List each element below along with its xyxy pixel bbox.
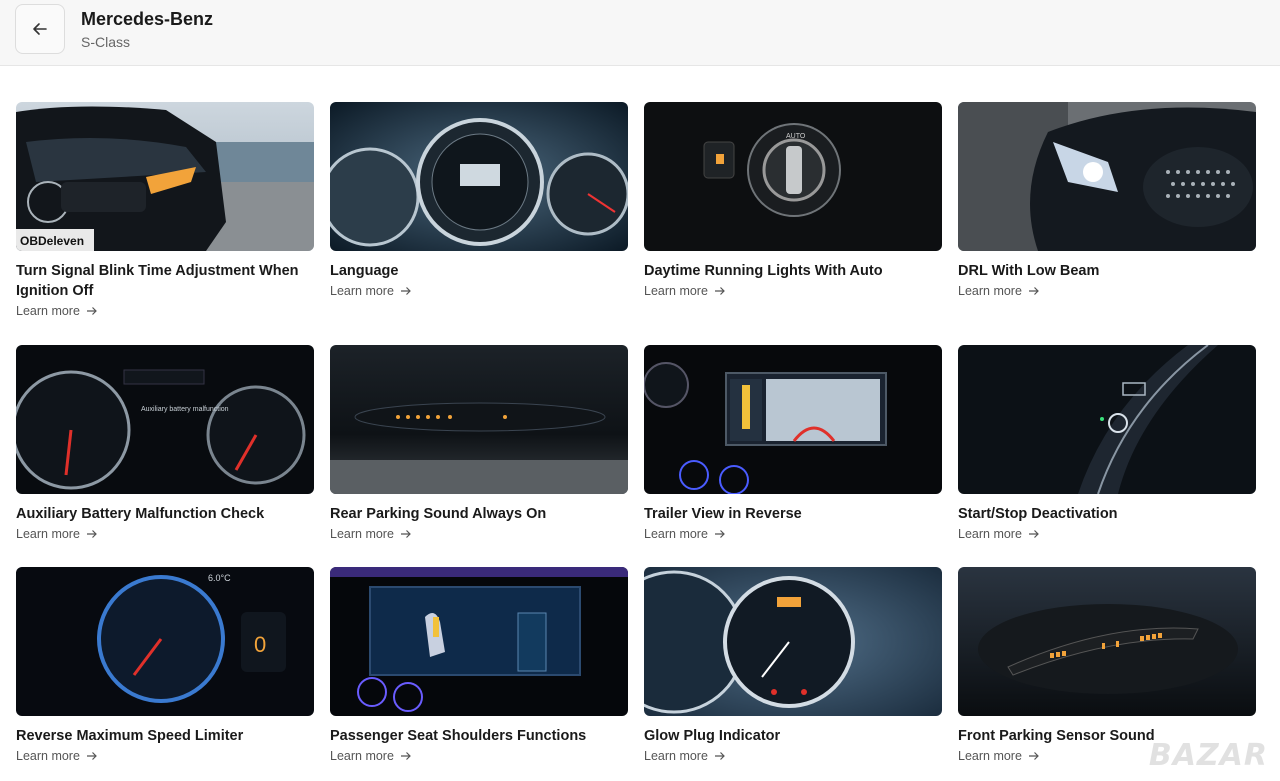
learn-more-label: Learn more xyxy=(644,527,708,541)
feature-image xyxy=(958,345,1256,494)
auto-label: AUTO xyxy=(786,133,806,140)
feature-card[interactable]: Rear Parking Sound Always On Learn more xyxy=(330,345,628,543)
feature-image: Auxiliary battery malfunction xyxy=(16,345,314,494)
arrow-right-icon xyxy=(1028,530,1039,538)
outside-temp-text: 6.0°C xyxy=(208,573,231,583)
page-title: Mercedes-Benz xyxy=(81,9,214,29)
arrow-right-icon xyxy=(86,530,97,538)
feature-card[interactable]: Glow Plug Indicator Learn more xyxy=(644,567,942,765)
feature-image: AUTO xyxy=(644,102,942,251)
feature-card[interactable]: OBDeleven Turn Signal Blink Time Adjustm… xyxy=(16,102,314,320)
learn-more-label: Learn more xyxy=(16,527,80,541)
arrow-right-icon xyxy=(714,530,725,538)
feature-image xyxy=(644,345,942,494)
card-title: Auxiliary Battery Malfunction Check xyxy=(16,506,265,522)
feature-card[interactable]: 0 6.0°C Reverse Maximum Speed Limiter Le… xyxy=(16,567,314,765)
feature-image xyxy=(644,567,942,716)
learn-more-link[interactable]: Learn more xyxy=(644,284,726,298)
learn-more-label: Learn more xyxy=(330,527,394,541)
learn-more-label: Learn more xyxy=(958,284,1022,298)
feature-card[interactable]: DRL With Low Beam Learn more xyxy=(958,102,1256,300)
feature-card[interactable]: Start/Stop Deactivation Learn more xyxy=(958,345,1256,543)
learn-more-link[interactable]: Learn more xyxy=(16,304,98,318)
card-title: Start/Stop Deactivation xyxy=(958,506,1118,522)
card-title: Language xyxy=(330,263,399,279)
learn-more-link[interactable]: Learn more xyxy=(644,527,726,541)
arrow-right-icon xyxy=(400,287,411,295)
page-header: Mercedes-Benz S-Class xyxy=(0,0,1280,66)
arrow-right-icon xyxy=(1028,752,1039,760)
feature-card[interactable]: Auxiliary battery malfunction Auxiliary … xyxy=(16,345,314,543)
feature-card[interactable]: Trailer View in Reverse Learn more xyxy=(644,345,942,543)
feature-card[interactable]: Passenger Seat Shoulders Functions Learn… xyxy=(330,567,628,765)
feature-image: 0 6.0°C xyxy=(16,567,314,716)
feature-image xyxy=(958,567,1256,716)
learn-more-link[interactable]: Learn more xyxy=(330,284,412,298)
watermark-logo: BAZAR xyxy=(1148,738,1268,773)
learn-more-label: Learn more xyxy=(330,284,394,298)
card-title: Passenger Seat Shoulders Functions xyxy=(330,728,587,744)
learn-more-link[interactable]: Learn more xyxy=(16,527,98,541)
card-title: Rear Parking Sound Always On xyxy=(330,506,547,522)
feature-image xyxy=(330,345,628,494)
learn-more-label: Learn more xyxy=(16,304,80,318)
learn-more-link[interactable]: Learn more xyxy=(330,527,412,541)
learn-more-label: Learn more xyxy=(958,527,1022,541)
feature-image xyxy=(958,102,1256,251)
learn-more-link[interactable]: Learn more xyxy=(644,749,726,763)
learn-more-link[interactable]: Learn more xyxy=(16,749,98,763)
arrow-right-icon xyxy=(86,752,97,760)
learn-more-label: Learn more xyxy=(330,749,394,763)
arrow-right-icon xyxy=(400,530,411,538)
card-title: Turn Signal Blink Time Adjustment When I… xyxy=(16,263,299,299)
learn-more-link[interactable]: Learn more xyxy=(330,749,412,763)
feature-card[interactable]: Front Parking Sensor Sound Learn more xyxy=(958,567,1256,765)
obdeleven-logo-text: OBDeleven xyxy=(20,234,84,248)
feature-image xyxy=(330,567,628,716)
card-title: Glow Plug Indicator xyxy=(644,728,781,744)
arrow-right-icon xyxy=(714,752,725,760)
learn-more-link[interactable]: Learn more xyxy=(958,749,1040,763)
arrow-right-icon xyxy=(86,307,97,315)
aux-battery-text: Auxiliary battery malfunction xyxy=(141,406,229,413)
page-subtitle: S-Class xyxy=(81,34,131,50)
card-title: Reverse Maximum Speed Limiter xyxy=(16,728,244,744)
arrow-right-icon xyxy=(400,752,411,760)
svg-text:0: 0 xyxy=(254,632,266,657)
learn-more-label: Learn more xyxy=(16,749,80,763)
feature-image: OBDeleven xyxy=(16,102,314,251)
card-title: Daytime Running Lights With Auto xyxy=(644,263,883,279)
arrow-left-icon xyxy=(33,23,47,35)
feature-card[interactable]: AUTO Daytime Running Lights With Auto Le… xyxy=(644,102,942,300)
arrow-right-icon xyxy=(1028,287,1039,295)
arrow-right-icon xyxy=(714,287,725,295)
learn-more-label: Learn more xyxy=(644,749,708,763)
card-title: Trailer View in Reverse xyxy=(644,506,802,522)
feature-image xyxy=(330,102,628,251)
learn-more-link[interactable]: Learn more xyxy=(958,284,1040,298)
back-button[interactable] xyxy=(15,4,65,54)
learn-more-label: Learn more xyxy=(958,749,1022,763)
feature-card[interactable]: Language Learn more xyxy=(330,102,628,300)
card-title: DRL With Low Beam xyxy=(958,263,1100,279)
learn-more-link[interactable]: Learn more xyxy=(958,527,1040,541)
learn-more-label: Learn more xyxy=(644,284,708,298)
